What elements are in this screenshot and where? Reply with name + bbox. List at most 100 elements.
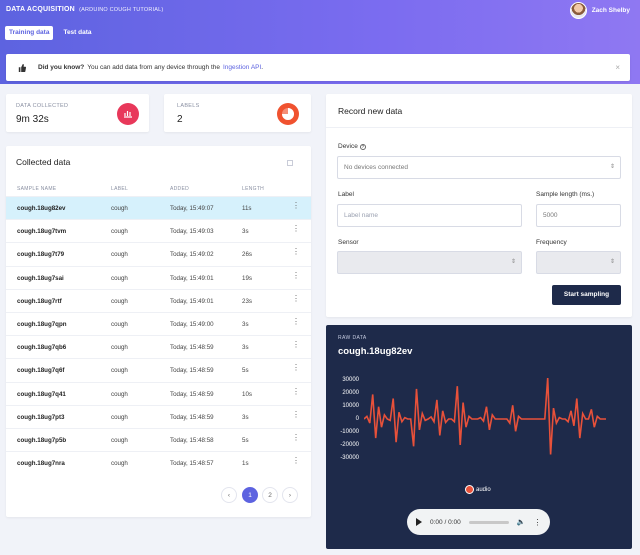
col-header-added[interactable]: ADDED xyxy=(170,186,189,192)
row-menu-icon[interactable]: ⋮ xyxy=(292,387,300,396)
added-cell: Today, 15:49:03 xyxy=(170,228,214,236)
chart-icon xyxy=(117,103,139,125)
more-options-icon[interactable]: ⋮ xyxy=(533,518,541,527)
row-menu-icon[interactable]: ⋮ xyxy=(292,294,300,303)
sensor-select[interactable]: ⇕ xyxy=(337,251,522,274)
audio-time: 0:00 / 0:00 xyxy=(430,518,461,526)
added-cell: Today, 15:48:58 xyxy=(170,437,214,444)
table-row[interactable]: cough.18ug7q6f cough Today, 15:48:59 5s ⋮ xyxy=(6,358,311,381)
added-cell: Today, 15:49:01 xyxy=(170,274,214,282)
sample-name-cell: cough.18ug7sai xyxy=(17,274,64,282)
row-menu-icon[interactable]: ⋮ xyxy=(292,271,300,280)
data-collected-value: 9m 32s xyxy=(16,114,49,125)
sample-name-cell: cough.18ug7nra xyxy=(17,460,65,468)
length-cell: 19s xyxy=(242,274,252,282)
chart-legend[interactable]: audio xyxy=(465,485,491,494)
added-cell: Today, 15:49:07 xyxy=(170,205,214,212)
table-row[interactable]: cough.18ug7q41 cough Today, 15:48:59 10s ⋮ xyxy=(6,381,311,405)
added-cell: Today, 15:48:57 xyxy=(170,460,214,468)
label-cell: cough xyxy=(111,274,128,282)
frequency-select[interactable]: ⇕ xyxy=(536,251,621,274)
tab-training-data[interactable]: Training data xyxy=(5,26,54,40)
device-label: Device? xyxy=(338,143,366,150)
row-menu-icon[interactable]: ⋮ xyxy=(292,248,300,256)
sample-length-input[interactable]: 5000 xyxy=(536,204,621,227)
next-page-button[interactable]: › xyxy=(282,487,298,503)
row-menu-icon[interactable]: ⋮ xyxy=(292,318,300,326)
audio-series-line xyxy=(364,378,606,455)
table-row[interactable]: cough.18ug7p5b cough Today, 15:48:58 5s ⋮ xyxy=(6,428,311,451)
notice-text: You can add data from any device through… xyxy=(87,64,220,71)
start-sampling-button[interactable]: Start sampling xyxy=(552,285,621,305)
label-cell: cough xyxy=(111,413,128,421)
y-tick-label: -30000 xyxy=(340,455,359,461)
audio-progress-bar[interactable] xyxy=(468,520,509,524)
table-row[interactable]: cough.18ug82ev cough Today, 15:49:07 11s ⋮ xyxy=(6,196,311,219)
table-row[interactable]: cough.18ug7tvm cough Today, 15:49:03 3s ⋮ xyxy=(6,219,311,242)
help-icon[interactable]: ? xyxy=(359,144,366,150)
y-tick-label: 30000 xyxy=(342,377,359,383)
label-cell: cough xyxy=(111,205,128,212)
label-input[interactable]: Label name xyxy=(337,204,522,227)
expand-icon[interactable] xyxy=(287,160,293,166)
row-menu-icon[interactable]: ⋮ xyxy=(292,225,300,233)
labels-value: 2 xyxy=(177,114,183,125)
col-header-length[interactable]: LENGTH xyxy=(242,186,264,192)
did-you-know-notice: Did you know? You can add data from any … xyxy=(6,54,630,81)
record-title: Record new data xyxy=(338,106,403,116)
notice-suffix: . xyxy=(261,64,264,71)
sample-name-cell: cough.18ug7rtf xyxy=(17,297,62,305)
sample-name-cell: cough.18ug82ev xyxy=(17,205,66,212)
sample-name-cell: cough.18ug7t79 xyxy=(17,251,65,259)
table-row[interactable]: cough.18ug7pt3 cough Today, 15:48:59 3s ⋮ xyxy=(6,404,311,428)
table-row[interactable]: cough.18ug7t79 cough Today, 15:49:02 26s ⋮ xyxy=(6,242,311,265)
table-row[interactable]: cough.18ug7qb6 cough Today, 15:48:59 3s ⋮ xyxy=(6,335,311,358)
page-1-button[interactable]: 1 xyxy=(242,487,258,503)
table-row[interactable]: cough.18ug7nra cough Today, 15:48:57 1s ⋮ xyxy=(6,451,311,474)
legend-swatch xyxy=(465,485,474,494)
col-header-sample-name[interactable]: SAMPLE NAME xyxy=(17,186,56,192)
table-row[interactable]: cough.18ug7qpn cough Today, 15:49:00 3s ⋮ xyxy=(6,312,311,335)
sample-name-cell: cough.18ug7tvm xyxy=(17,228,67,236)
tab-bar: Training data Test data xyxy=(5,26,96,40)
label-cell: cough xyxy=(111,321,128,328)
row-menu-icon[interactable]: ⋮ xyxy=(292,364,300,372)
volume-icon[interactable]: 🔈 xyxy=(517,518,526,526)
prev-page-button[interactable]: ‹ xyxy=(221,487,237,503)
row-menu-icon[interactable]: ⋮ xyxy=(292,434,300,442)
row-menu-icon[interactable]: ⋮ xyxy=(292,341,300,349)
user-menu[interactable]: Zach Shelby xyxy=(569,2,630,19)
length-cell: 5s xyxy=(242,437,249,444)
play-icon[interactable] xyxy=(416,518,422,526)
labels-label: LABELS xyxy=(177,103,200,109)
row-menu-icon[interactable]: ⋮ xyxy=(292,410,300,419)
sample-name-cell: cough.18ug7pt3 xyxy=(17,413,65,421)
row-menu-icon[interactable]: ⋮ xyxy=(292,202,300,210)
collected-data-title: Collected data xyxy=(16,157,71,167)
data-collected-label: DATA COLLECTED xyxy=(16,103,69,109)
length-cell: 1s xyxy=(242,460,249,468)
row-menu-icon[interactable]: ⋮ xyxy=(292,457,300,465)
label-cell: cough xyxy=(111,297,128,305)
label-cell: cough xyxy=(111,390,128,398)
raw-data-chart xyxy=(364,378,606,455)
table-row[interactable]: cough.18ug7rtf cough Today, 15:49:01 23s ⋮ xyxy=(6,288,311,312)
y-tick-label: -20000 xyxy=(340,442,359,448)
close-icon[interactable]: × xyxy=(615,63,620,72)
page-2-button[interactable]: 2 xyxy=(262,487,278,503)
ingestion-api-link[interactable]: Ingestion API xyxy=(223,64,261,71)
device-select-value: No devices connected xyxy=(344,164,408,171)
sample-name-cell: cough.18ug7qb6 xyxy=(17,344,67,352)
col-header-label[interactable]: LABEL xyxy=(111,186,128,192)
table-row[interactable]: cough.18ug7sai cough Today, 15:49:01 19s ⋮ xyxy=(6,265,311,289)
added-cell: Today, 15:48:59 xyxy=(170,390,214,398)
select-arrows-icon: ⇕ xyxy=(609,164,615,170)
device-select[interactable]: No devices connected ⇕ xyxy=(337,156,621,179)
tab-test-data[interactable]: Test data xyxy=(59,26,95,40)
y-tick-label: 10000 xyxy=(342,403,359,409)
avatar xyxy=(569,2,587,19)
y-tick-label: -10000 xyxy=(340,429,359,435)
label-cell: cough xyxy=(111,460,128,468)
user-name: Zach Shelby xyxy=(591,7,630,14)
audio-player[interactable]: 0:00 / 0:00 🔈 ⋮ xyxy=(407,509,550,535)
